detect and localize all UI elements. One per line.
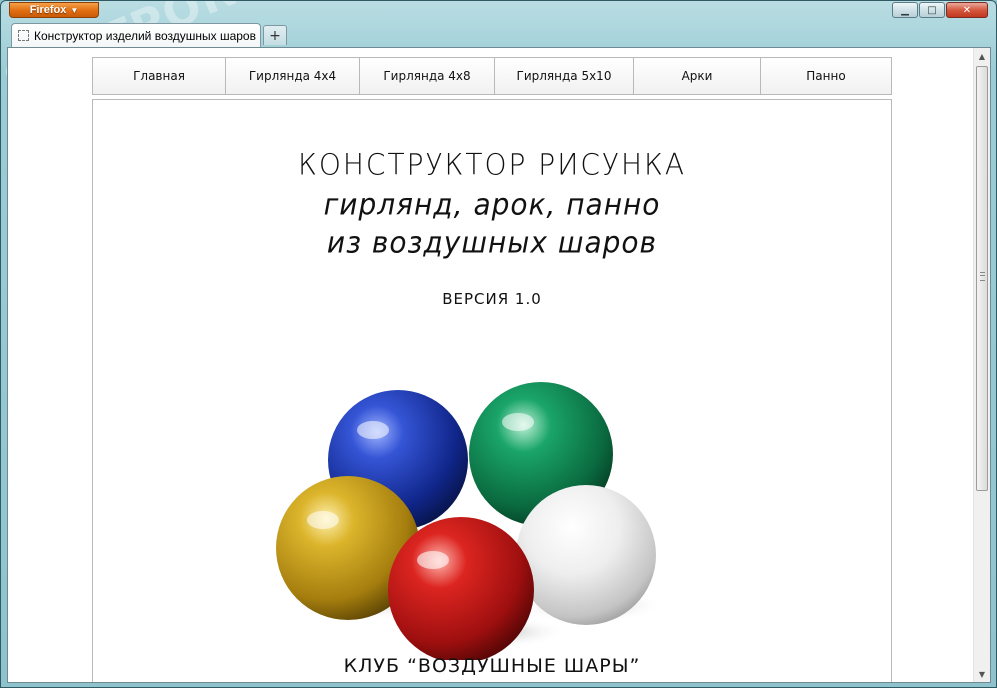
balloon-red <box>388 517 534 660</box>
balloon-highlight <box>307 511 339 529</box>
page-viewport: Главная Гирлянда 4x4 Гирлянда 4x8 Гирлян… <box>7 47 991 683</box>
version-label: ВЕРСИЯ 1.0 <box>442 290 542 308</box>
minimize-button[interactable]: ▁ <box>892 2 918 18</box>
nav-item-garland-5x10[interactable]: Гирлянда 5x10 <box>495 58 634 94</box>
nav-item-arches[interactable]: Арки <box>634 58 761 94</box>
maximize-button[interactable]: □ <box>919 2 945 18</box>
tab-bar: Конструктор изделий воздушных шаров + <box>1 21 996 47</box>
new-tab-button[interactable]: + <box>263 25 287 45</box>
scroll-down-arrow-icon[interactable]: ▼ <box>974 666 990 682</box>
title-bar: Firefox ▼ ▁ □ ✕ <box>1 1 996 23</box>
page-subtitle-line2: из воздушных шаров <box>326 225 658 260</box>
nav-item-panels[interactable]: Панно <box>761 58 891 94</box>
balloon-highlight <box>417 551 449 569</box>
scroll-up-arrow-icon[interactable]: ▲ <box>974 48 990 64</box>
maximize-icon: □ <box>927 4 937 16</box>
plus-icon: + <box>269 27 281 44</box>
main-content-panel: КОНСТРУКТОР РИСУНКА гирлянд, арок, панно… <box>92 99 892 682</box>
balloon-highlight <box>357 421 389 439</box>
firefox-menu-label: Firefox <box>29 4 67 16</box>
close-icon: ✕ <box>962 4 972 16</box>
site-navigation: Главная Гирлянда 4x4 Гирлянда 4x8 Гирлян… <box>92 57 892 95</box>
nav-item-garland-4x4[interactable]: Гирлянда 4x4 <box>226 58 360 94</box>
firefox-menu-button[interactable]: Firefox ▼ <box>9 2 99 18</box>
chevron-down-icon: ▼ <box>70 5 79 15</box>
balloons-image <box>276 382 663 660</box>
browser-window: SOFTPORTAL www.softportal.com Firefox ▼ … <box>0 0 997 688</box>
balloon-white <box>516 485 656 625</box>
page-subtitle-line1: гирлянд, арок, панно <box>323 187 661 222</box>
balloon-highlight <box>502 413 534 431</box>
nav-item-home[interactable]: Главная <box>93 58 226 94</box>
page-title: КОНСТРУКТОР РИСУНКА <box>297 147 687 182</box>
nav-item-garland-4x8[interactable]: Гирлянда 4x8 <box>360 58 495 94</box>
grip-icon <box>980 272 985 281</box>
club-name: КЛУБ “ВОЗДУШНЫЕ ШАРЫ” <box>343 655 641 677</box>
close-button[interactable]: ✕ <box>946 2 988 18</box>
window-controls: ▁ □ ✕ <box>892 2 988 18</box>
browser-tab-active[interactable]: Конструктор изделий воздушных шаров <box>11 23 261 47</box>
vertical-scrollbar[interactable]: ▲ ▼ <box>973 48 990 682</box>
page-favicon-icon <box>18 30 29 41</box>
tab-title: Конструктор изделий воздушных шаров <box>34 28 256 43</box>
minimize-icon: ▁ <box>901 4 909 16</box>
scroll-thumb[interactable] <box>976 66 988 491</box>
